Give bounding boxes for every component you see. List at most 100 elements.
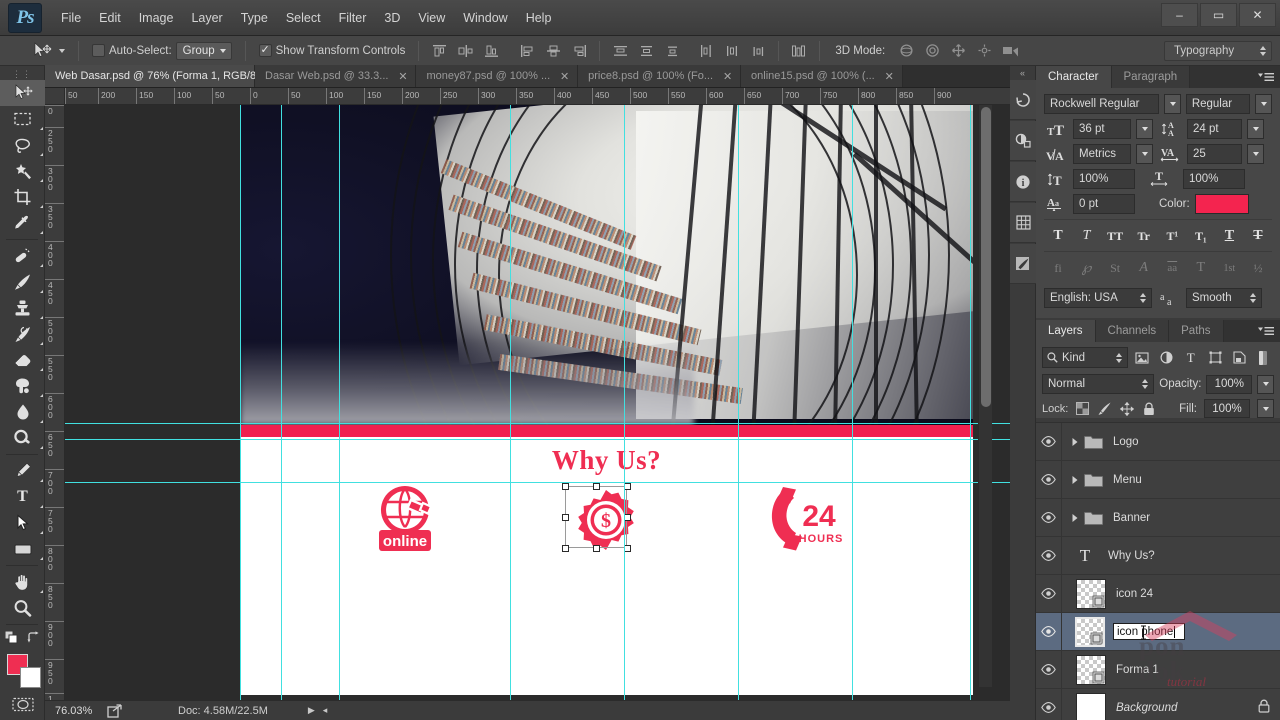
document-tab-2[interactable]: money87.psd @ 100% ... ✕: [416, 65, 579, 87]
auto-select-control[interactable]: Auto-Select: Group: [86, 41, 238, 60]
layer-visibility-toggle[interactable]: [1036, 688, 1062, 720]
guide-vertical[interactable]: [510, 105, 511, 700]
menu-filter[interactable]: Filter: [330, 7, 376, 29]
guide-horizontal[interactable]: [65, 439, 1010, 440]
history-panel-icon[interactable]: [1010, 80, 1036, 120]
underline-button[interactable]: T: [1217, 226, 1241, 246]
layer-row-background[interactable]: Background: [1036, 688, 1280, 720]
tool-crop[interactable]: [0, 184, 45, 210]
subscript-button[interactable]: T₁: [1189, 226, 1213, 246]
tool-brush[interactable]: [0, 269, 45, 295]
anti-alias-stepper-icon[interactable]: [1250, 293, 1256, 303]
align-bottom-edges-button[interactable]: [568, 41, 590, 61]
guide-vertical[interactable]: [738, 105, 739, 700]
menu-help[interactable]: Help: [517, 7, 561, 29]
show-transform-checkbox[interactable]: ✓: [258, 44, 272, 57]
icon-24-hours-phone[interactable]: 24 HOURS: [753, 480, 863, 560]
blend-mode-stepper-icon[interactable]: [1142, 379, 1149, 389]
kerning-chevron-down-icon[interactable]: [1136, 144, 1153, 164]
guide-vertical[interactable]: [339, 105, 340, 700]
layer-row-forma-1[interactable]: Forma 1: [1036, 650, 1280, 689]
screen-mode-button[interactable]: [0, 716, 45, 720]
artboard[interactable]: Why Us? online $ 24 HOURS: [240, 105, 973, 695]
superscript-button[interactable]: T¹: [1160, 226, 1184, 246]
3d-orbit-button[interactable]: [895, 41, 917, 61]
strikethrough-button[interactable]: T: [1246, 226, 1270, 246]
3d-slide-button[interactable]: [973, 41, 995, 61]
tool-eraser[interactable]: [0, 347, 45, 373]
tool-move[interactable]: [0, 80, 45, 106]
fill-chevron-down-icon[interactable]: [1257, 399, 1274, 418]
document-tab-close-icon[interactable]: ✕: [397, 70, 408, 83]
layer-visibility-toggle[interactable]: [1036, 536, 1062, 575]
tool-blur[interactable]: [0, 399, 45, 425]
menu-select[interactable]: Select: [277, 7, 330, 29]
layer-name[interactable]: Why Us?: [1108, 550, 1155, 562]
font-style-chevron-down-icon[interactable]: [1255, 94, 1272, 114]
tool-path-selection[interactable]: [0, 510, 45, 536]
horizontal-scale-field[interactable]: 100%: [1183, 169, 1245, 189]
tool-lasso[interactable]: [0, 132, 45, 158]
status-collapse-icon[interactable]: ◂: [323, 705, 328, 716]
menu-layer[interactable]: Layer: [182, 7, 231, 29]
layer-visibility-toggle[interactable]: [1036, 612, 1062, 651]
swap-colors-icon[interactable]: [27, 630, 40, 644]
show-transform-controls-control[interactable]: ✓ Show Transform Controls: [253, 44, 412, 57]
tool-hand[interactable]: [0, 569, 45, 595]
group-expand-chevron-right-icon[interactable]: [1068, 475, 1082, 485]
layer-filter-kind-select[interactable]: Kind: [1042, 347, 1128, 368]
distribute-vertical-centers-button[interactable]: [635, 41, 657, 61]
layer-thumbnail[interactable]: [1076, 578, 1106, 609]
ordinals-button[interactable]: 1st: [1217, 258, 1241, 278]
scrollbar-thumb[interactable]: [981, 107, 991, 407]
layer-name[interactable]: Menu: [1113, 474, 1142, 486]
distribute-top-edges-button[interactable]: [609, 41, 631, 61]
collapse-panels-button[interactable]: «: [1010, 66, 1035, 80]
guide-horizontal[interactable]: [65, 482, 1010, 483]
layer-filter-stepper-icon[interactable]: [1115, 352, 1122, 363]
blend-mode-select[interactable]: Normal: [1042, 374, 1155, 394]
oldstyle-button[interactable]: aa: [1160, 258, 1184, 278]
document-tab-close-icon[interactable]: ✕: [884, 70, 895, 83]
canvas-viewport[interactable]: Why Us? online $ 24 HOURS: [65, 105, 1010, 700]
auto-align-layers-button[interactable]: [788, 41, 810, 61]
tab-character[interactable]: Character: [1036, 66, 1112, 88]
maximize-button[interactable]: ▭: [1200, 3, 1237, 27]
tool-rectangular-marquee[interactable]: [0, 106, 45, 132]
language-select[interactable]: English: USA: [1044, 288, 1152, 308]
auto-select-checkbox[interactable]: [92, 44, 105, 57]
menu-image[interactable]: Image: [130, 7, 183, 29]
current-tool-preset[interactable]: [26, 41, 71, 60]
3d-pan-button[interactable]: [947, 41, 969, 61]
3d-scale-button[interactable]: [999, 41, 1021, 61]
tool-quick-selection[interactable]: [0, 158, 45, 184]
workspace-selector[interactable]: Typography: [1164, 40, 1272, 61]
tool-rectangle[interactable]: [0, 536, 45, 562]
layer-row-icon-24[interactable]: icon 24: [1036, 574, 1280, 613]
filter-adjustment-layers-icon[interactable]: [1156, 347, 1176, 368]
document-tab-0[interactable]: Web Dasar.psd @ 76% (Forma 1, RGB/8) * ✕: [45, 65, 285, 87]
ruler-corner[interactable]: [45, 88, 65, 105]
layer-rename-input[interactable]: icon phone: [1113, 623, 1185, 640]
tool-history-brush[interactable]: [0, 321, 45, 347]
close-button[interactable]: ✕: [1239, 3, 1276, 27]
layer-row-logo[interactable]: Logo: [1036, 422, 1280, 461]
align-horizontal-centers-button[interactable]: [454, 41, 476, 61]
guide-vertical[interactable]: [970, 105, 971, 700]
leading-chevron-down-icon[interactable]: [1247, 119, 1264, 139]
document-tab-close-icon[interactable]: ✕: [559, 70, 570, 83]
layer-row-icon-phone[interactable]: icon phone: [1036, 612, 1280, 651]
layer-name[interactable]: Forma 1: [1116, 664, 1159, 676]
vertical-scale-field[interactable]: 100%: [1073, 169, 1135, 189]
tool-gradient[interactable]: [0, 373, 45, 399]
icon-online-globe[interactable]: online: [350, 480, 460, 560]
transform-handle-s[interactable]: [592, 544, 600, 552]
character-panel-menu-button[interactable]: [1258, 71, 1274, 83]
layer-name[interactable]: Banner: [1113, 512, 1150, 524]
share-icon[interactable]: [107, 703, 123, 718]
document-tab-4[interactable]: online15.psd @ 100% (... ✕: [741, 65, 903, 87]
layer-visibility-toggle[interactable]: [1036, 650, 1062, 689]
layer-row-why-us[interactable]: T Why Us?: [1036, 536, 1280, 575]
opacity-chevron-down-icon[interactable]: [1257, 374, 1274, 394]
align-right-edges-button[interactable]: [480, 41, 502, 61]
